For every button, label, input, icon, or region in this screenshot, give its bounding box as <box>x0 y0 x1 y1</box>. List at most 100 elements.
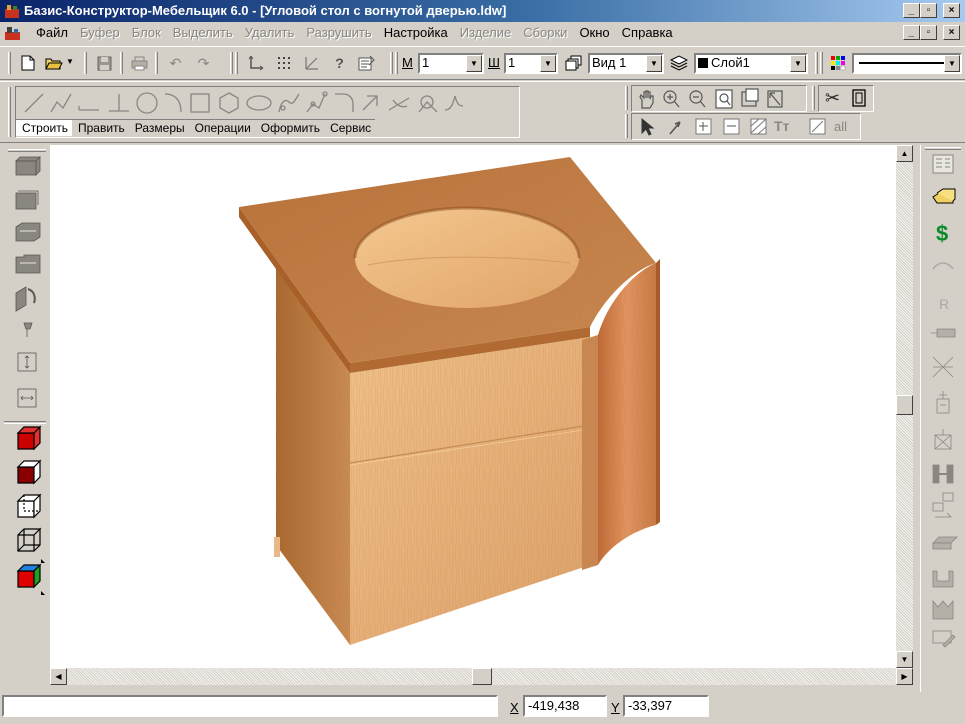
sketch-tool-icon <box>444 95 464 111</box>
y-coord-label: Y <box>611 700 620 715</box>
save-button[interactable] <box>93 52 116 74</box>
select-tools-icons <box>641 117 826 136</box>
all-button[interactable]: all <box>834 119 847 134</box>
grid-button[interactable] <box>272 52 295 74</box>
color-palette-button[interactable] <box>826 52 849 74</box>
open-file-button[interactable] <box>42 52 65 74</box>
doc-minimize-button[interactable]: _ <box>903 25 920 40</box>
panel-tools-icons <box>15 156 41 408</box>
scissors-icon: ✂ <box>824 87 841 108</box>
cut-button[interactable]: ✂ <box>821 87 844 109</box>
angle-button[interactable] <box>300 52 323 74</box>
vertical-scroll-thumb[interactable] <box>896 395 913 415</box>
select-remove-icon <box>723 118 740 135</box>
combo-arrow-icon[interactable]: ▼ <box>466 55 482 72</box>
scroll-right-button[interactable]: ▶ <box>896 668 913 685</box>
view-tools-group <box>631 85 807 112</box>
tab-format[interactable]: Оформить <box>254 119 325 136</box>
menu-item-block[interactable]: Блок <box>126 25 167 40</box>
menu-item-product[interactable]: Изделие <box>454 25 517 40</box>
tab-service[interactable]: Сервис <box>324 119 376 136</box>
menu-item-assemblies[interactable]: Сборки <box>517 25 573 40</box>
copy-button[interactable] <box>847 87 870 109</box>
menu-item-delete[interactable]: Удалить <box>239 25 301 40</box>
points-tool-icon <box>306 91 328 113</box>
menu-item-window[interactable]: Окно <box>573 25 615 40</box>
arc-handle-icon <box>932 262 954 270</box>
doc-close-button[interactable]: × <box>943 25 960 40</box>
horizontal-scrollbar[interactable]: ◀ ▶ <box>50 668 913 685</box>
text-tool-icon[interactable]: Tт <box>774 118 789 134</box>
layer-combo[interactable]: Слой1 ▼ <box>694 53 808 74</box>
expand-corner-icon <box>41 559 45 563</box>
redo-button[interactable]: ↷ <box>192 52 215 74</box>
scale-m-combo[interactable]: 1 ▼ <box>418 53 484 74</box>
menu-item-help[interactable]: Справка <box>616 25 679 40</box>
layers-icon <box>669 55 688 71</box>
minimize-button[interactable]: _ <box>903 3 920 18</box>
open-folder-icon <box>44 58 63 70</box>
zoom-window-icon <box>715 89 733 109</box>
scroll-down-button[interactable]: ▼ <box>896 651 913 668</box>
clip-tools-group: ✂ <box>818 85 874 112</box>
combo-arrow-icon[interactable]: ▼ <box>540 55 556 72</box>
tangent-tool-icon <box>388 97 410 111</box>
scroll-up-button[interactable]: ▲ <box>896 145 913 162</box>
arrow-right-icon: ▶ <box>901 672 908 681</box>
menu-item-settings[interactable]: Настройка <box>378 25 454 40</box>
tools-grip <box>8 87 11 137</box>
toolbar-grip-2 <box>235 52 238 74</box>
left-toolbar-grip <box>8 149 46 152</box>
horizontal-scroll-thumb[interactable] <box>472 668 492 685</box>
minimize-icon: _ <box>908 4 915 16</box>
menu-item-buffer[interactable]: Буфер <box>74 25 126 40</box>
x-coord-value: -419,438 <box>528 698 580 713</box>
combo-arrow-icon[interactable]: ▼ <box>646 55 662 72</box>
views-button[interactable] <box>562 52 585 74</box>
vertical-scrollbar[interactable]: ▲ ▼ <box>896 145 913 668</box>
new-file-button[interactable] <box>16 52 39 74</box>
x-coord-field: -419,438 <box>523 695 607 717</box>
line-style-combo[interactable]: ▼ <box>852 53 962 74</box>
pan-hand-icon <box>639 90 654 109</box>
document-icon[interactable] <box>4 25 22 41</box>
menu-item-select[interactable]: Выделить <box>167 25 239 40</box>
left-toolbar-divider <box>4 421 46 424</box>
print-button[interactable] <box>128 52 151 74</box>
zoom-out-icon <box>689 90 706 108</box>
menu-item-file[interactable]: Файл <box>30 25 74 40</box>
properties-button[interactable] <box>355 52 378 74</box>
polyline-tool-icon <box>50 93 72 113</box>
tab-edit[interactable]: Править <box>71 119 129 136</box>
panel-horizontal-icon <box>15 156 41 176</box>
furniture-3d-model[interactable] <box>50 145 896 668</box>
save-disk-icon <box>97 56 112 70</box>
menu-item-explode[interactable]: Разрушить <box>300 25 377 40</box>
arrow-up-icon: ▲ <box>900 149 909 158</box>
arc-tool-icon <box>164 93 182 113</box>
select-tools-group: Tт all <box>631 113 861 140</box>
toolbar-separator-5 <box>390 52 393 74</box>
layers-button[interactable] <box>667 52 690 74</box>
materials-icon <box>932 188 956 204</box>
tab-operations[interactable]: Операции <box>188 119 255 136</box>
help-button[interactable]: ? <box>328 52 351 74</box>
scroll-left-button[interactable]: ◀ <box>50 668 67 685</box>
tab-dimensions[interactable]: Размеры <box>128 119 189 136</box>
printer-icon <box>131 56 148 70</box>
combo-arrow-icon[interactable]: ▼ <box>944 55 960 72</box>
ortho-button[interactable] <box>244 52 267 74</box>
view-combo[interactable]: Вид 1 ▼ <box>588 53 664 74</box>
tab-build[interactable]: Строить <box>16 119 72 136</box>
combo-arrow-icon[interactable]: ▼ <box>790 55 806 72</box>
select-arrow-icon <box>641 117 655 136</box>
toolbar-separator-4 <box>230 52 233 74</box>
doc-restore-button[interactable]: ▫ <box>920 25 937 40</box>
toolbar-grip <box>8 52 11 74</box>
width-w-combo[interactable]: 1 ▼ <box>504 53 558 74</box>
undo-button[interactable]: ↶ <box>164 52 187 74</box>
drawing-canvas[interactable] <box>50 145 896 668</box>
restore-button[interactable]: ▫ <box>920 3 937 18</box>
open-dropdown-arrow-icon[interactable]: ▼ <box>66 57 74 66</box>
close-button[interactable]: × <box>943 3 960 18</box>
